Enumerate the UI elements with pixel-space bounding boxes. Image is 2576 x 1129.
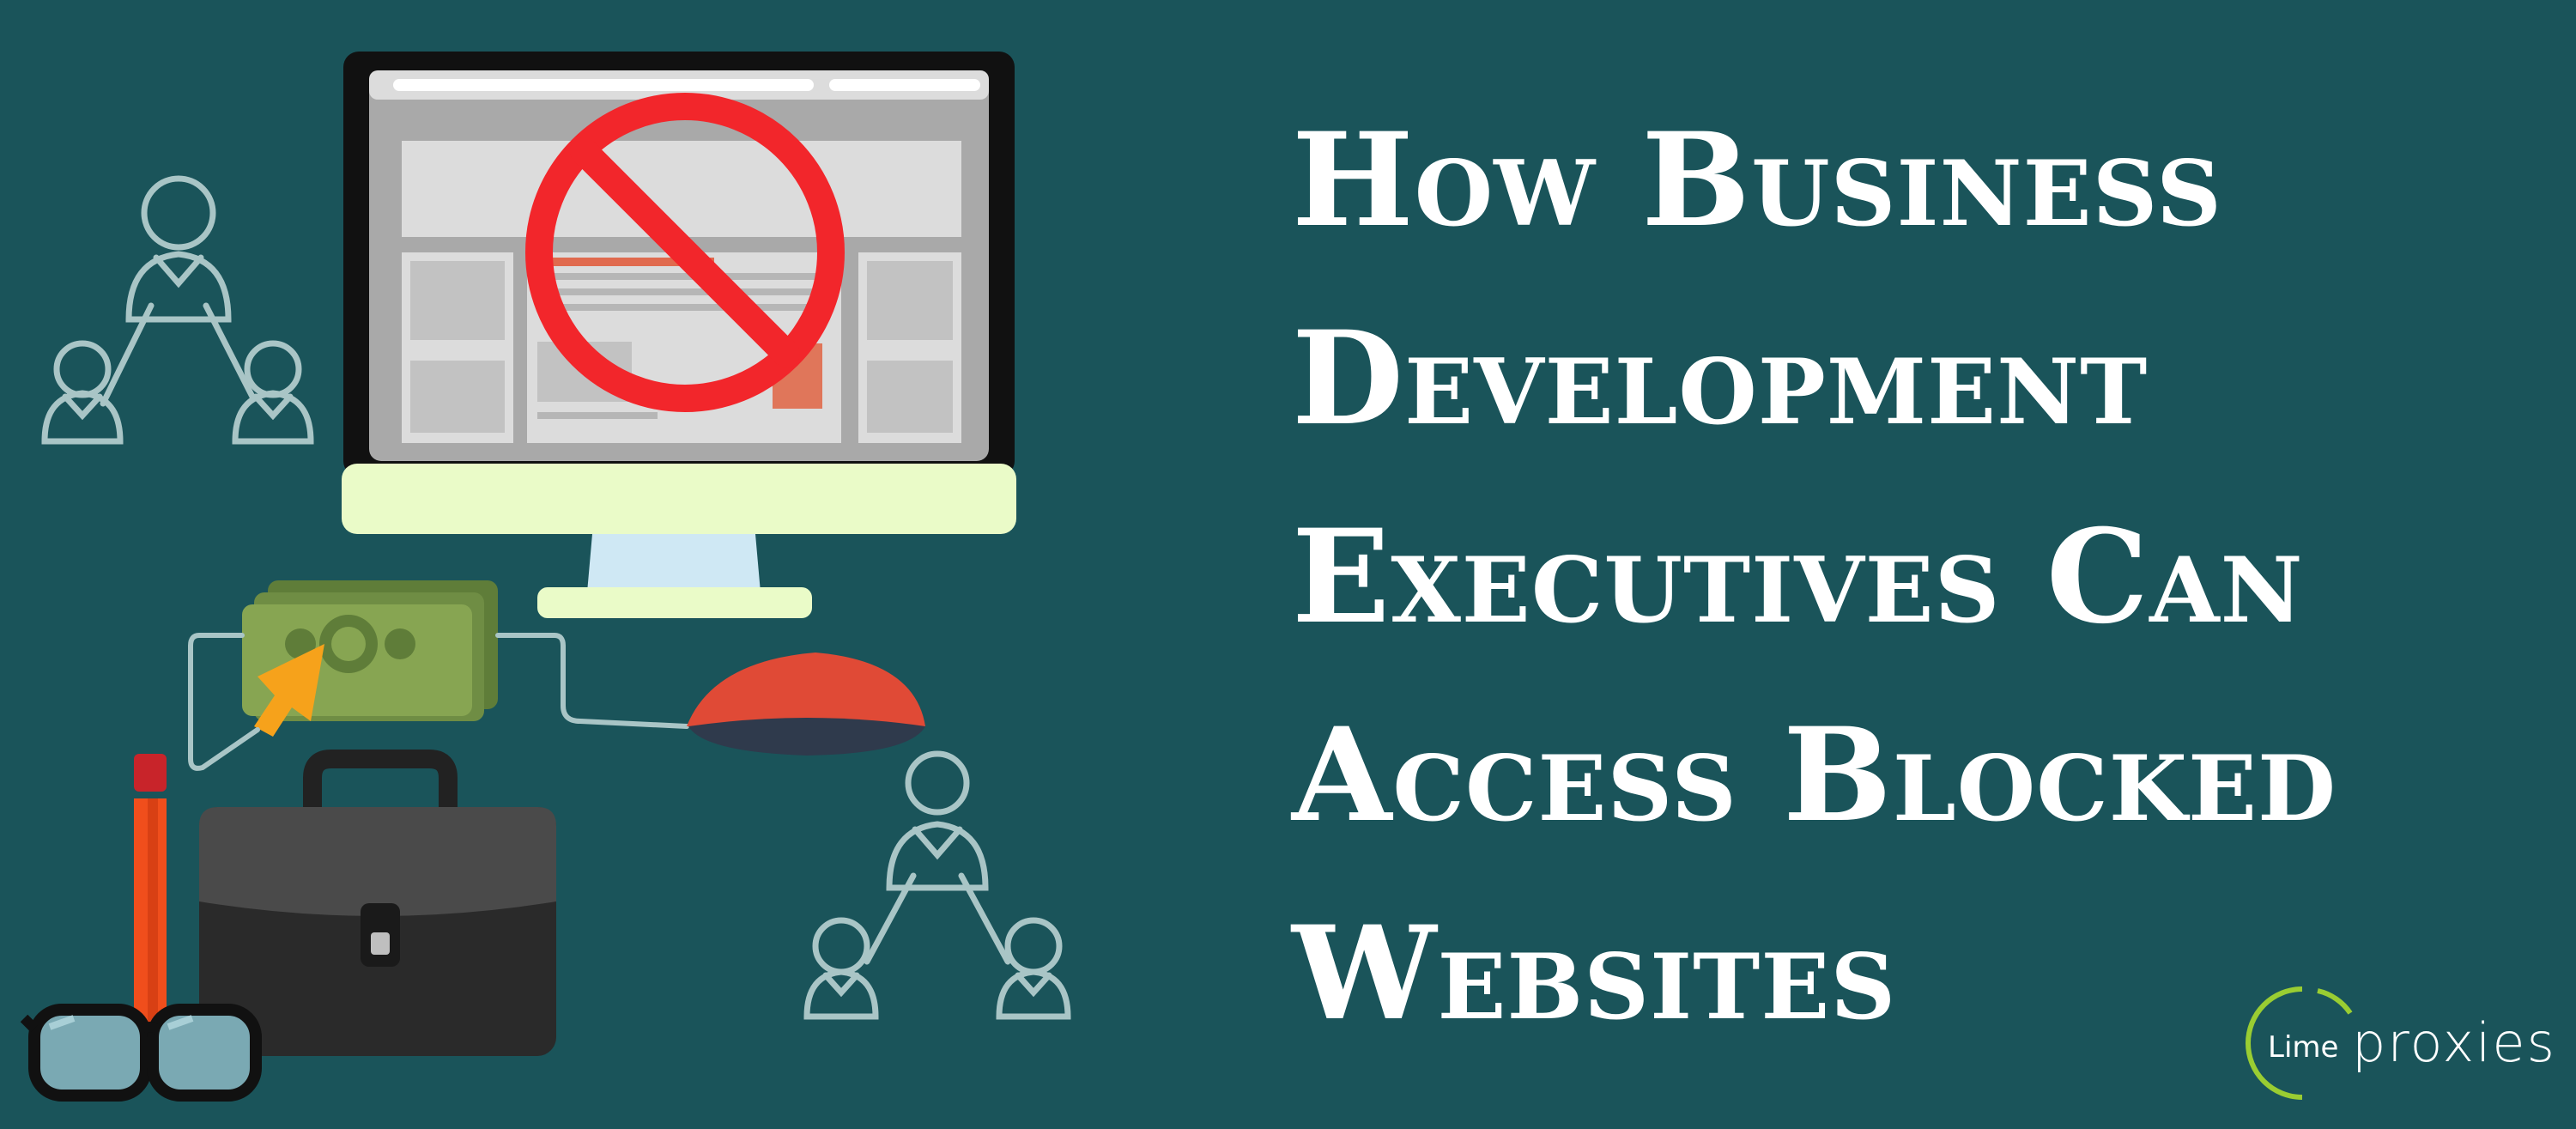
page-headline: How Business Development Executives Can … — [1292, 82, 2511, 1073]
headline-line-4: Access Blocked — [1292, 700, 2337, 851]
people-network-icon — [41, 175, 314, 445]
logo-big-text: proxies — [2352, 1011, 2556, 1074]
headline-line-3: Executives Can — [1292, 501, 2304, 653]
computer-mouse-icon — [687, 653, 925, 756]
brand-logo: Lime proxies — [2240, 979, 2567, 1108]
pencil-icon — [134, 754, 167, 1032]
people-network-icon — [803, 750, 1071, 1020]
logo-small-text: Lime — [2268, 1030, 2339, 1065]
illustration — [20, 52, 1071, 1102]
briefcase-icon — [199, 750, 556, 1056]
computer-monitor — [342, 52, 1016, 618]
headline-line-2: Development — [1292, 303, 2149, 454]
glasses-icon — [20, 1004, 262, 1102]
headline-line-1: How Business — [1292, 105, 2222, 256]
